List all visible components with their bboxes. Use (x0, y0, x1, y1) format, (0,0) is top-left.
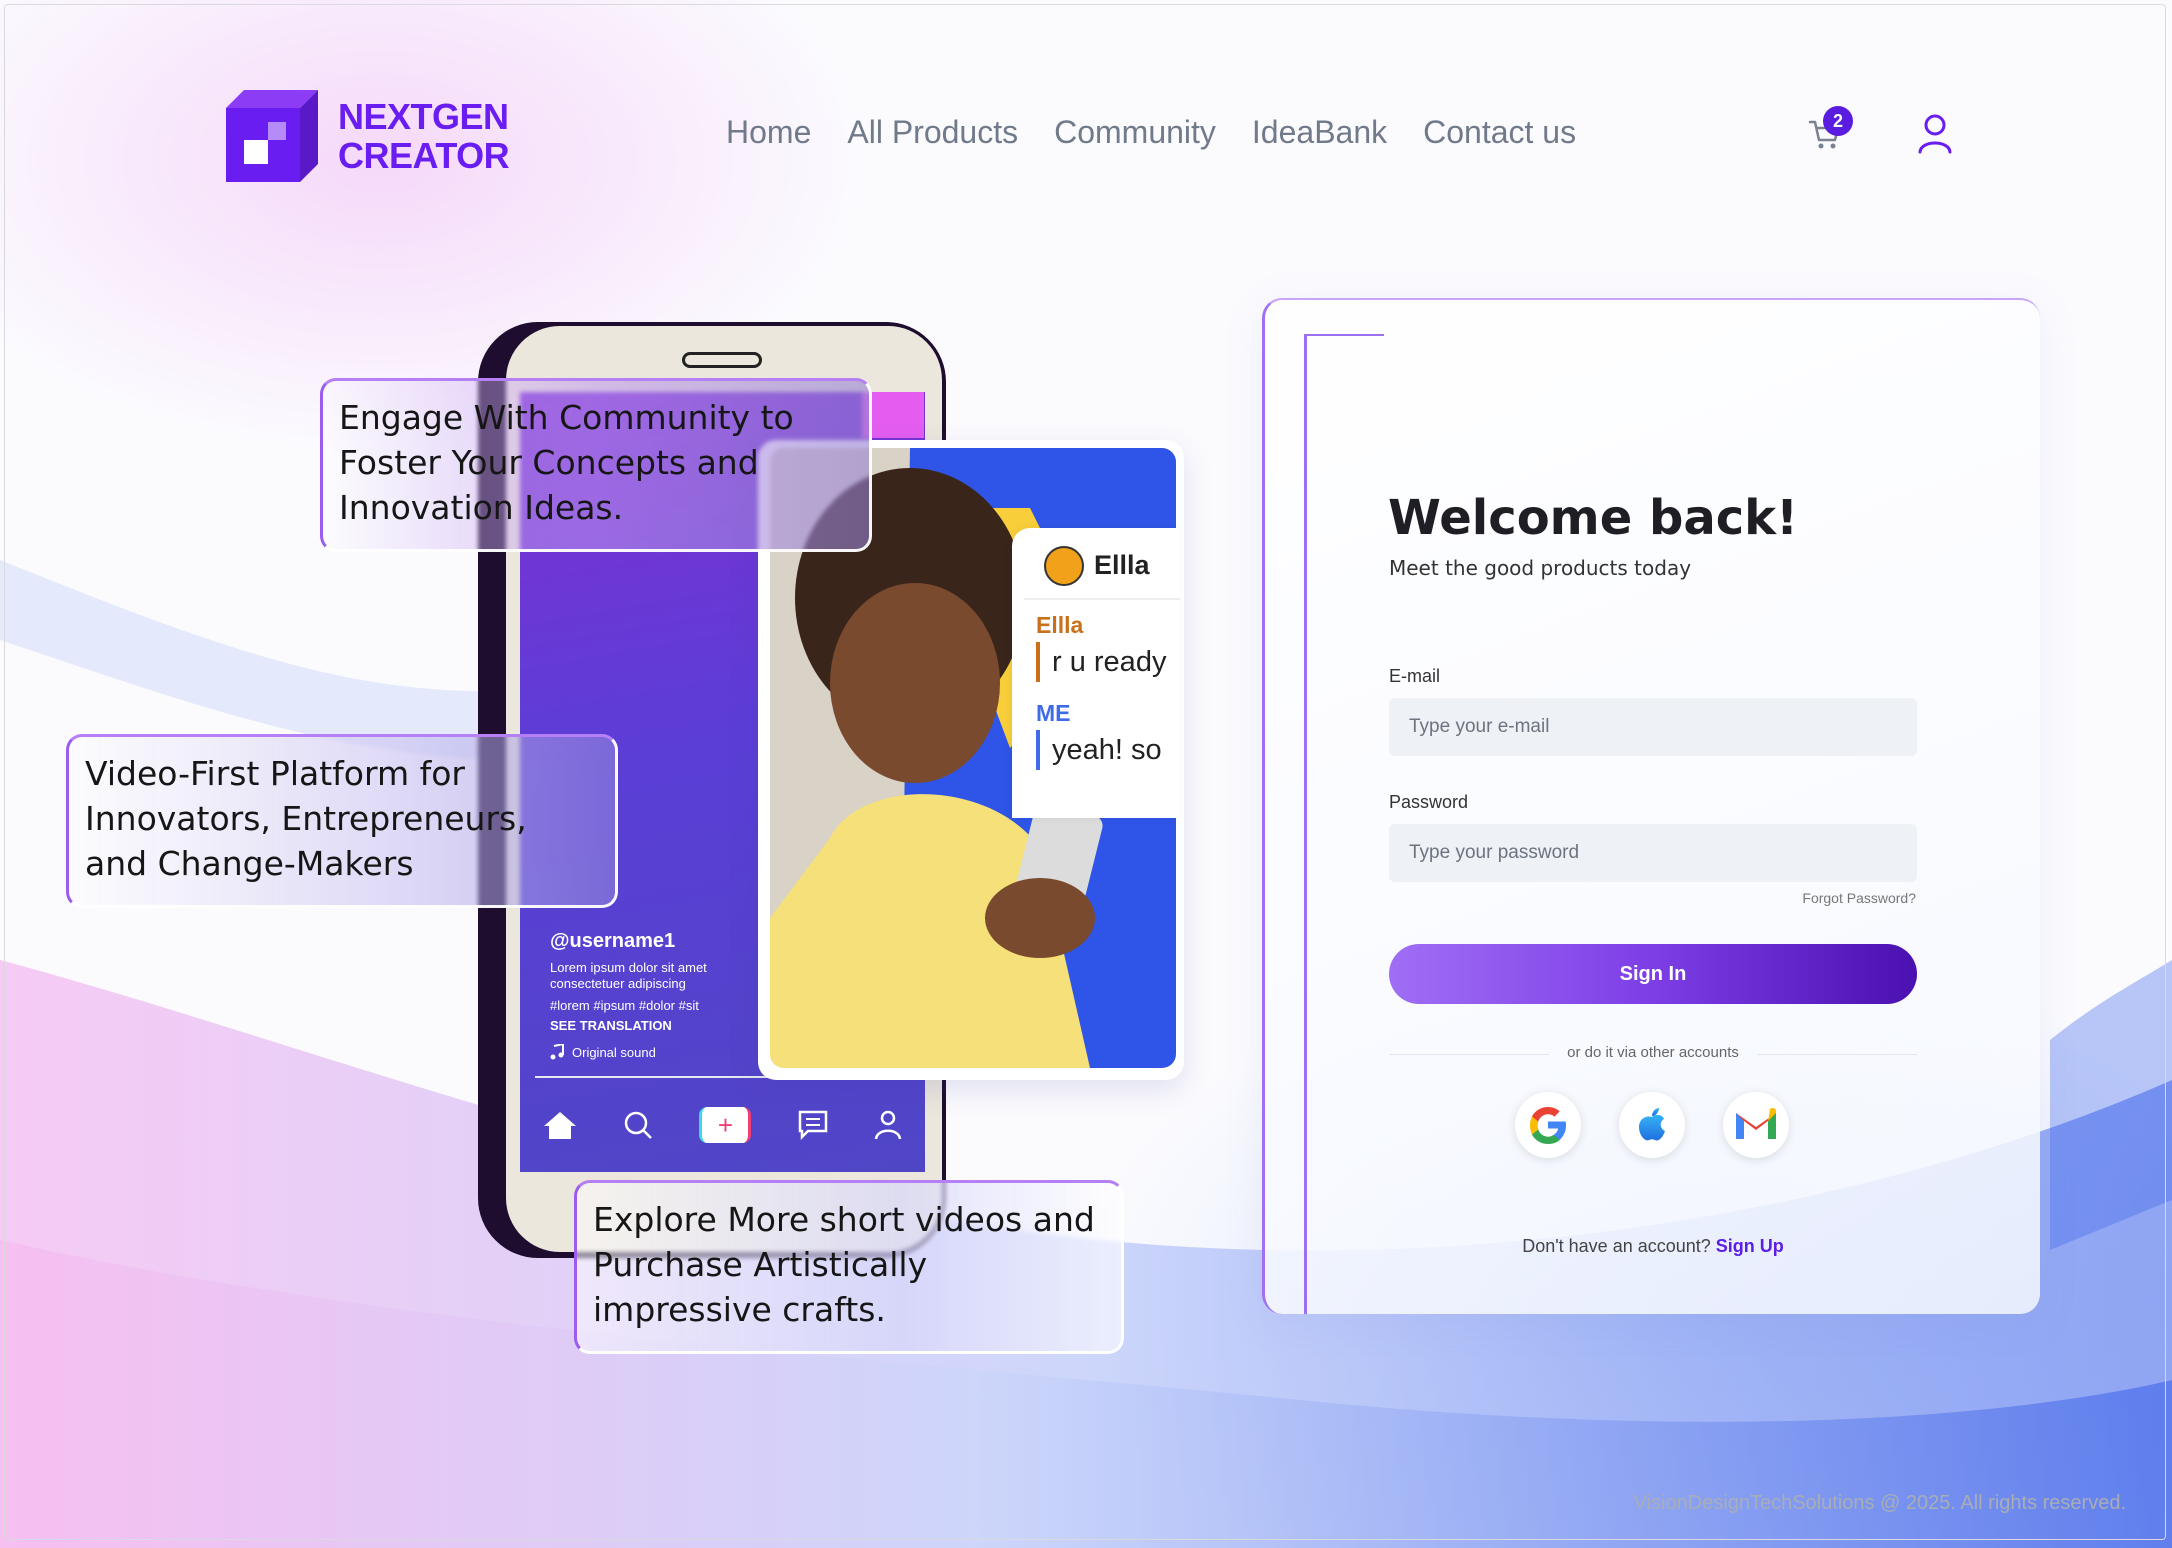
nav-community[interactable]: Community (1054, 114, 1216, 151)
chat-avatar (1044, 546, 1084, 586)
password-field[interactable] (1389, 824, 1917, 882)
chat-reply: yeah! so (1036, 730, 1162, 770)
email-field[interactable] (1389, 698, 1917, 756)
login-title: Welcome back! (1388, 490, 1798, 546)
no-account-text: Don't have an account? (1522, 1236, 1711, 1256)
create-post-button[interactable]: + (699, 1107, 752, 1143)
sign-up-link[interactable]: Sign Up (1716, 1236, 1784, 1256)
post-description: Lorem ipsum dolor sit amet consectetuer … (550, 960, 707, 991)
brand-line-1: NEXTGEN (338, 96, 509, 137)
feature-callout-explore: Explore More short videos and Purchase A… (574, 1180, 1124, 1354)
profile-icon[interactable] (874, 1110, 902, 1140)
phone-bottom-nav: + (520, 1090, 925, 1160)
brand-name: NEXTGEN CREATOR (338, 96, 510, 176)
password-label: Password (1389, 792, 1469, 812)
google-icon (1530, 1107, 1566, 1144)
brand-logo[interactable]: NEXTGEN CREATOR (226, 90, 510, 182)
chat-divider (1024, 598, 1180, 600)
gmail-icon (1736, 1107, 1776, 1139)
forgot-password-link[interactable]: Forgot Password? (1790, 890, 1916, 906)
sign-in-button[interactable]: Sign In (1389, 944, 1917, 1004)
email-label: E-mail (1389, 666, 1441, 686)
login-subtitle: Meet the good products today (1389, 556, 1692, 580)
cart-count-badge: 2 (1823, 106, 1853, 136)
chat-sender-name: Ellla (1036, 612, 1084, 638)
see-translation-link[interactable]: SEE TRANSLATION (550, 1018, 672, 1033)
feature-callout-community: Engage With Community to Foster Your Con… (320, 378, 872, 552)
google-login-button[interactable] (1515, 1092, 1581, 1158)
post-sound-label: Original sound (572, 1044, 656, 1060)
gmail-login-button[interactable] (1723, 1092, 1789, 1158)
nav-all-products[interactable]: All Products (847, 114, 1018, 151)
music-note-icon (550, 1044, 564, 1060)
signup-prompt: Don't have an account? Sign Up (1389, 1236, 1917, 1257)
feature-callout-video-first: Video-First Platform for Innovators, Ent… (66, 734, 618, 908)
footer-copyright: VisionDesignTechSolutions @ 2025. All ri… (1633, 1492, 2126, 1514)
page-background: NEXTGEN CREATOR Home All Products Commun… (0, 0, 2172, 1548)
chat-message: r u ready (1036, 642, 1166, 682)
cube-logo-icon (226, 90, 318, 182)
phone-speaker (682, 352, 762, 368)
search-icon[interactable] (623, 1110, 653, 1140)
post-username[interactable]: @username1 (550, 930, 675, 953)
messages-icon[interactable] (798, 1110, 828, 1140)
nav-contact-us[interactable]: Contact us (1423, 114, 1576, 151)
post-hashtags[interactable]: #lorem #ipsum #dolor #sit (550, 998, 699, 1013)
apple-icon (1639, 1108, 1665, 1141)
nav-home[interactable]: Home (726, 114, 811, 151)
chat-sender-me: ME (1036, 700, 1071, 726)
main-nav: Home All Products Community IdeaBank Con… (726, 114, 1576, 151)
post-sound[interactable]: Original sound (550, 1044, 656, 1060)
home-icon[interactable] (543, 1110, 577, 1140)
alt-login-divider: or do it via other accounts (1389, 1044, 1917, 1061)
login-card-accent (1304, 334, 1384, 1314)
nav-ideabank[interactable]: IdeaBank (1252, 114, 1387, 151)
user-icon[interactable] (1918, 114, 1952, 154)
apple-login-button[interactable] (1619, 1092, 1685, 1158)
chat-title: Ellla (1094, 550, 1150, 580)
brand-line-2: CREATOR (338, 135, 510, 176)
